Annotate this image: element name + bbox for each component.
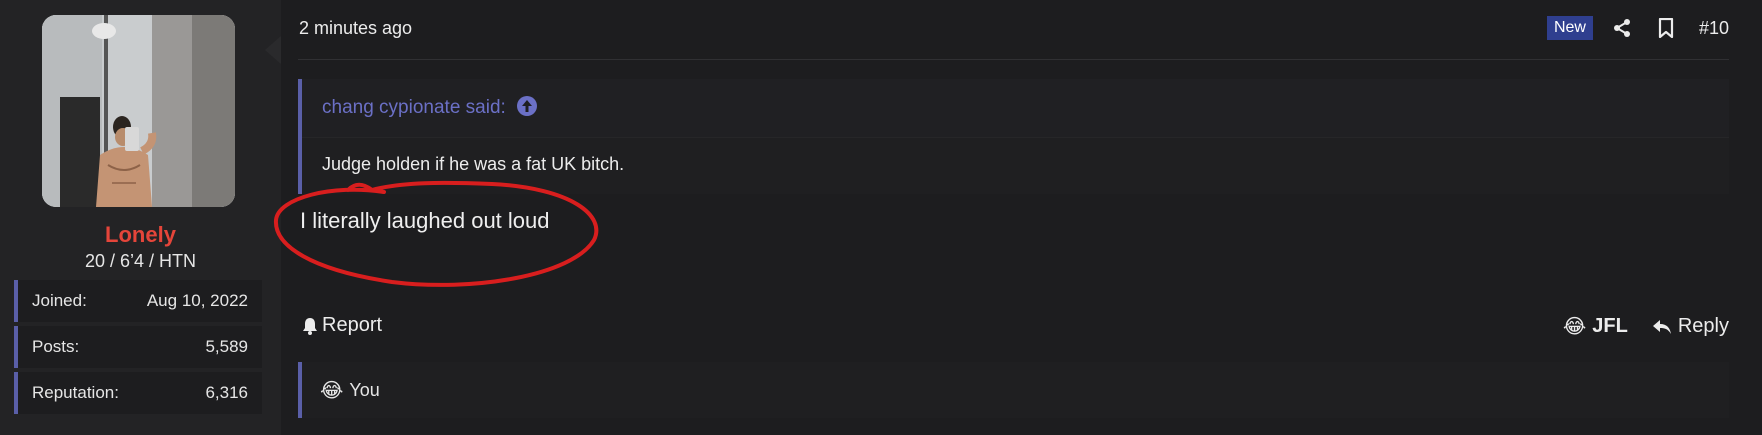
report-label: Report [322, 314, 383, 336]
reactions-text: You [349, 379, 380, 400]
stat-label: Posts: [32, 337, 80, 356]
post-header-actions: New #10 [1546, 14, 1729, 42]
user-title: 20 / 6’4 / HTN [84, 251, 197, 271]
stat-value: Aug 10, 2022 [146, 291, 248, 310]
quote-author[interactable]: chang cypionate said: [322, 97, 506, 119]
reply-label: Reply [1677, 315, 1729, 337]
stat-reputation: Reputation: 6,316 [14, 372, 262, 414]
post-time[interactable]: 2 minutes ago [299, 18, 412, 39]
stat-value: 5,589 [205, 337, 248, 356]
quote-block: chang cypionate said: Judge holden if he… [298, 79, 1729, 194]
forum-post: Lonely 20 / 6’4 / HTN Joined: Aug 10, 20… [0, 0, 1762, 435]
userbar-pointer [265, 36, 281, 64]
bookmark-icon[interactable] [1655, 17, 1677, 39]
jfl-reaction-button[interactable]: 😂 JFL [1563, 314, 1628, 339]
quote-header: chang cypionate said: [302, 79, 1729, 138]
post-message: I literally laughed out loud [300, 208, 550, 233]
arrow-up-circle-icon[interactable] [516, 95, 538, 122]
user-sidebar: Lonely 20 / 6’4 / HTN Joined: Aug 10, 20… [0, 0, 281, 435]
stat-joined: Joined: Aug 10, 2022 [14, 280, 262, 322]
post-number[interactable]: #10 [1699, 18, 1729, 39]
stat-value: 6,316 [205, 383, 248, 402]
header-divider [298, 59, 1729, 60]
post-footer-actions: 😂 JFL Reply [1563, 314, 1729, 339]
stat-label: Reputation: [32, 383, 119, 402]
share-icon[interactable] [1611, 17, 1633, 39]
reactions-bar[interactable]: 😂 You [298, 362, 1729, 418]
avatar[interactable] [42, 15, 235, 207]
bell-icon [302, 317, 318, 335]
quote-text: Judge holden if he was a fat UK bitch. [322, 154, 625, 174]
red-circle-annotation [273, 180, 599, 287]
reply-arrow-icon [1652, 319, 1672, 335]
stat-label: Joined: [32, 291, 87, 310]
laughing-emoji-icon: 😂 [320, 379, 344, 402]
new-badge: New [1546, 16, 1593, 40]
laughing-emoji-icon: 😂 [1562, 316, 1587, 338]
reply-button[interactable]: Reply [1652, 315, 1729, 338]
reaction-label: JFL [1592, 315, 1628, 337]
stat-posts: Posts: 5,589 [14, 326, 262, 368]
report-button[interactable]: Report [302, 314, 382, 337]
username[interactable]: Lonely [0, 222, 281, 248]
